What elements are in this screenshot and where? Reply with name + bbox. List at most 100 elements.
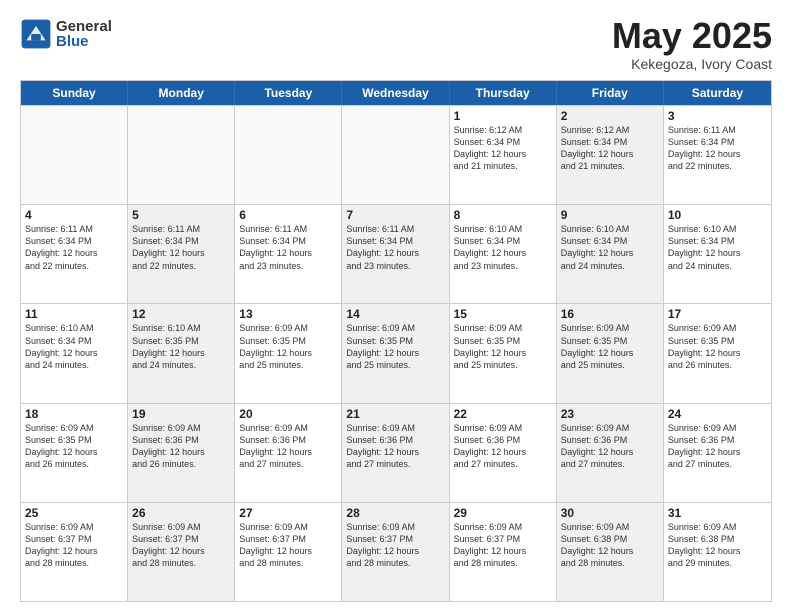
day-info: Sunrise: 6:09 AMSunset: 6:37 PMDaylight:… — [132, 521, 230, 570]
calendar-cell: 24Sunrise: 6:09 AMSunset: 6:36 PMDayligh… — [664, 404, 771, 502]
calendar-cell: 4Sunrise: 6:11 AMSunset: 6:34 PMDaylight… — [21, 205, 128, 303]
day-number: 3 — [668, 109, 767, 123]
calendar-cell: 27Sunrise: 6:09 AMSunset: 6:37 PMDayligh… — [235, 503, 342, 601]
day-info: Sunrise: 6:09 AMSunset: 6:36 PMDaylight:… — [668, 422, 767, 471]
calendar-cell: 23Sunrise: 6:09 AMSunset: 6:36 PMDayligh… — [557, 404, 664, 502]
calendar-cell: 12Sunrise: 6:10 AMSunset: 6:35 PMDayligh… — [128, 304, 235, 402]
day-info: Sunrise: 6:09 AMSunset: 6:35 PMDaylight:… — [239, 322, 337, 371]
day-number: 13 — [239, 307, 337, 321]
day-number: 24 — [668, 407, 767, 421]
calendar-row-2: 4Sunrise: 6:11 AMSunset: 6:34 PMDaylight… — [21, 204, 771, 303]
calendar-header: SundayMondayTuesdayWednesdayThursdayFrid… — [21, 81, 771, 105]
day-number: 7 — [346, 208, 444, 222]
day-info: Sunrise: 6:09 AMSunset: 6:37 PMDaylight:… — [239, 521, 337, 570]
calendar-row-1: 1Sunrise: 6:12 AMSunset: 6:34 PMDaylight… — [21, 105, 771, 204]
calendar-row-4: 18Sunrise: 6:09 AMSunset: 6:35 PMDayligh… — [21, 403, 771, 502]
day-info: Sunrise: 6:09 AMSunset: 6:36 PMDaylight:… — [454, 422, 552, 471]
day-info: Sunrise: 6:10 AMSunset: 6:34 PMDaylight:… — [454, 223, 552, 272]
calendar-cell: 3Sunrise: 6:11 AMSunset: 6:34 PMDaylight… — [664, 106, 771, 204]
day-info: Sunrise: 6:09 AMSunset: 6:36 PMDaylight:… — [239, 422, 337, 471]
day-number: 20 — [239, 407, 337, 421]
day-number: 5 — [132, 208, 230, 222]
calendar-cell — [128, 106, 235, 204]
day-info: Sunrise: 6:09 AMSunset: 6:35 PMDaylight:… — [25, 422, 123, 471]
day-info: Sunrise: 6:09 AMSunset: 6:36 PMDaylight:… — [132, 422, 230, 471]
calendar-cell: 10Sunrise: 6:10 AMSunset: 6:34 PMDayligh… — [664, 205, 771, 303]
day-number: 11 — [25, 307, 123, 321]
day-number: 6 — [239, 208, 337, 222]
day-number: 8 — [454, 208, 552, 222]
calendar-cell: 7Sunrise: 6:11 AMSunset: 6:34 PMDaylight… — [342, 205, 449, 303]
header: General Blue May 2025 Kekegoza, Ivory Co… — [20, 18, 772, 72]
day-number: 22 — [454, 407, 552, 421]
calendar-cell: 21Sunrise: 6:09 AMSunset: 6:36 PMDayligh… — [342, 404, 449, 502]
logo-general: General — [56, 19, 112, 34]
calendar-cell: 18Sunrise: 6:09 AMSunset: 6:35 PMDayligh… — [21, 404, 128, 502]
day-number: 12 — [132, 307, 230, 321]
title-month: May 2025 — [612, 18, 772, 54]
day-info: Sunrise: 6:11 AMSunset: 6:34 PMDaylight:… — [132, 223, 230, 272]
day-info: Sunrise: 6:11 AMSunset: 6:34 PMDaylight:… — [346, 223, 444, 272]
day-info: Sunrise: 6:11 AMSunset: 6:34 PMDaylight:… — [668, 124, 767, 173]
day-number: 29 — [454, 506, 552, 520]
day-info: Sunrise: 6:10 AMSunset: 6:35 PMDaylight:… — [132, 322, 230, 371]
day-number: 28 — [346, 506, 444, 520]
calendar-cell — [342, 106, 449, 204]
day-number: 9 — [561, 208, 659, 222]
day-info: Sunrise: 6:10 AMSunset: 6:34 PMDaylight:… — [561, 223, 659, 272]
page: General Blue May 2025 Kekegoza, Ivory Co… — [0, 0, 792, 612]
header-day-thursday: Thursday — [450, 81, 557, 105]
calendar-cell: 20Sunrise: 6:09 AMSunset: 6:36 PMDayligh… — [235, 404, 342, 502]
calendar-cell: 22Sunrise: 6:09 AMSunset: 6:36 PMDayligh… — [450, 404, 557, 502]
calendar-cell: 17Sunrise: 6:09 AMSunset: 6:35 PMDayligh… — [664, 304, 771, 402]
calendar-cell: 28Sunrise: 6:09 AMSunset: 6:37 PMDayligh… — [342, 503, 449, 601]
calendar-cell — [21, 106, 128, 204]
calendar: SundayMondayTuesdayWednesdayThursdayFrid… — [20, 80, 772, 602]
calendar-cell: 13Sunrise: 6:09 AMSunset: 6:35 PMDayligh… — [235, 304, 342, 402]
calendar-cell: 29Sunrise: 6:09 AMSunset: 6:37 PMDayligh… — [450, 503, 557, 601]
day-info: Sunrise: 6:09 AMSunset: 6:36 PMDaylight:… — [346, 422, 444, 471]
logo-blue: Blue — [56, 34, 112, 49]
calendar-cell: 6Sunrise: 6:11 AMSunset: 6:34 PMDaylight… — [235, 205, 342, 303]
header-day-friday: Friday — [557, 81, 664, 105]
calendar-cell: 16Sunrise: 6:09 AMSunset: 6:35 PMDayligh… — [557, 304, 664, 402]
day-info: Sunrise: 6:09 AMSunset: 6:37 PMDaylight:… — [25, 521, 123, 570]
day-info: Sunrise: 6:09 AMSunset: 6:36 PMDaylight:… — [561, 422, 659, 471]
day-number: 21 — [346, 407, 444, 421]
calendar-cell: 1Sunrise: 6:12 AMSunset: 6:34 PMDaylight… — [450, 106, 557, 204]
calendar-cell: 30Sunrise: 6:09 AMSunset: 6:38 PMDayligh… — [557, 503, 664, 601]
calendar-cell: 19Sunrise: 6:09 AMSunset: 6:36 PMDayligh… — [128, 404, 235, 502]
day-number: 18 — [25, 407, 123, 421]
header-day-sunday: Sunday — [21, 81, 128, 105]
calendar-cell: 8Sunrise: 6:10 AMSunset: 6:34 PMDaylight… — [450, 205, 557, 303]
calendar-cell: 9Sunrise: 6:10 AMSunset: 6:34 PMDaylight… — [557, 205, 664, 303]
day-number: 25 — [25, 506, 123, 520]
day-info: Sunrise: 6:09 AMSunset: 6:35 PMDaylight:… — [454, 322, 552, 371]
day-number: 15 — [454, 307, 552, 321]
logo: General Blue — [20, 18, 112, 50]
header-day-wednesday: Wednesday — [342, 81, 449, 105]
day-number: 30 — [561, 506, 659, 520]
day-info: Sunrise: 6:09 AMSunset: 6:35 PMDaylight:… — [346, 322, 444, 371]
day-number: 10 — [668, 208, 767, 222]
calendar-cell: 5Sunrise: 6:11 AMSunset: 6:34 PMDaylight… — [128, 205, 235, 303]
day-number: 14 — [346, 307, 444, 321]
calendar-cell: 25Sunrise: 6:09 AMSunset: 6:37 PMDayligh… — [21, 503, 128, 601]
header-day-saturday: Saturday — [664, 81, 771, 105]
day-info: Sunrise: 6:09 AMSunset: 6:38 PMDaylight:… — [668, 521, 767, 570]
day-number: 31 — [668, 506, 767, 520]
calendar-row-5: 25Sunrise: 6:09 AMSunset: 6:37 PMDayligh… — [21, 502, 771, 601]
day-number: 17 — [668, 307, 767, 321]
calendar-cell: 31Sunrise: 6:09 AMSunset: 6:38 PMDayligh… — [664, 503, 771, 601]
header-day-monday: Monday — [128, 81, 235, 105]
calendar-cell: 15Sunrise: 6:09 AMSunset: 6:35 PMDayligh… — [450, 304, 557, 402]
logo-icon — [20, 18, 52, 50]
day-number: 2 — [561, 109, 659, 123]
calendar-cell: 11Sunrise: 6:10 AMSunset: 6:34 PMDayligh… — [21, 304, 128, 402]
day-number: 26 — [132, 506, 230, 520]
day-info: Sunrise: 6:10 AMSunset: 6:34 PMDaylight:… — [25, 322, 123, 371]
header-day-tuesday: Tuesday — [235, 81, 342, 105]
day-info: Sunrise: 6:09 AMSunset: 6:35 PMDaylight:… — [561, 322, 659, 371]
day-info: Sunrise: 6:11 AMSunset: 6:34 PMDaylight:… — [25, 223, 123, 272]
day-number: 19 — [132, 407, 230, 421]
